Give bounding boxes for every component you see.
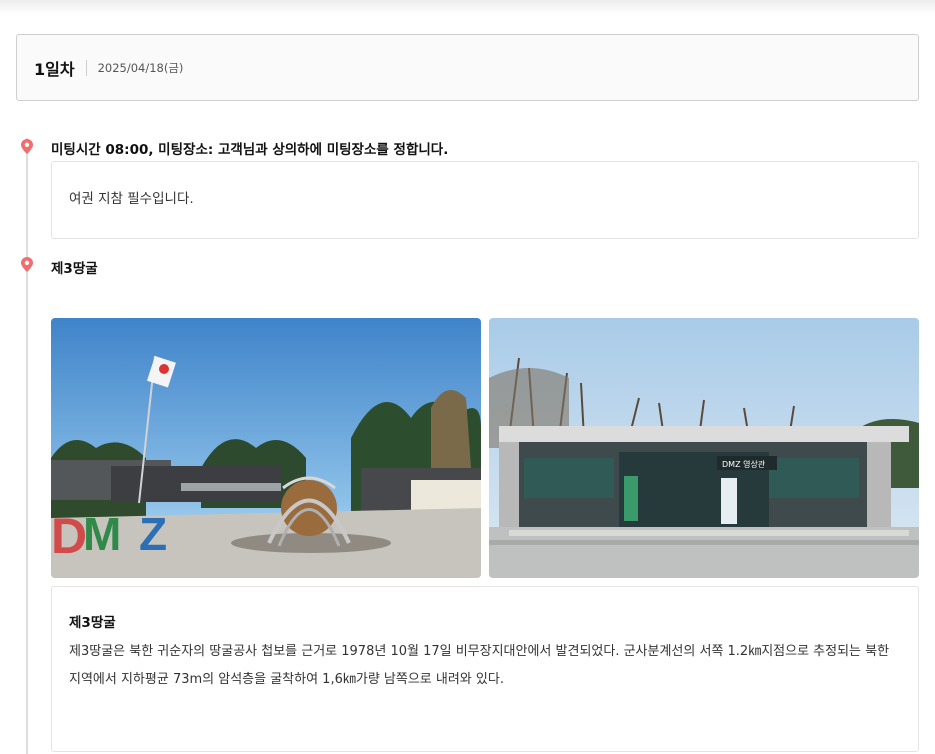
svg-text:D: D [51,508,87,564]
photo-image: D M Z [51,318,481,578]
description-title: 제3땅굴 [69,615,116,631]
stop-description: 제3땅굴 제3땅굴은 북한 귀순자의 땅굴공사 첩보를 근거로 1978년 10… [51,586,919,752]
description-text: 제3땅굴은 북한 귀순자의 땅굴공사 첩보를 근거로 1978년 10월 17일… [69,644,890,687]
svg-text:Z: Z [139,508,167,560]
stop-photo-dmz-sculpture[interactable]: D M Z [51,318,481,578]
top-shadow [0,0,935,14]
map-pin-icon [21,139,33,154]
day-divider [85,59,87,76]
timeline-line [26,138,28,754]
day-header: 1일차 2025/04/18(금) [16,34,919,101]
stop-note-text: 여권 지참 필수입니다. [69,191,194,207]
photo-image: DMZ 영상관 [489,318,919,578]
day-title: 1일차 [34,59,75,79]
svg-text:M: M [83,508,121,560]
svg-text:DMZ 영상관: DMZ 영상관 [722,459,766,469]
stop-title: 미팅시간 08:00, 미팅장소: 고객님과 상의하에 미팅장소를 정합니다. [51,142,449,158]
stop-photo-dmz-theater[interactable]: DMZ 영상관 [489,318,919,578]
stop-note: 여권 지참 필수입니다. [51,161,919,239]
stop-title: 제3땅굴 [51,261,98,277]
map-pin-icon [21,257,33,272]
day-date: 2025/04/18(금) [97,60,184,75]
